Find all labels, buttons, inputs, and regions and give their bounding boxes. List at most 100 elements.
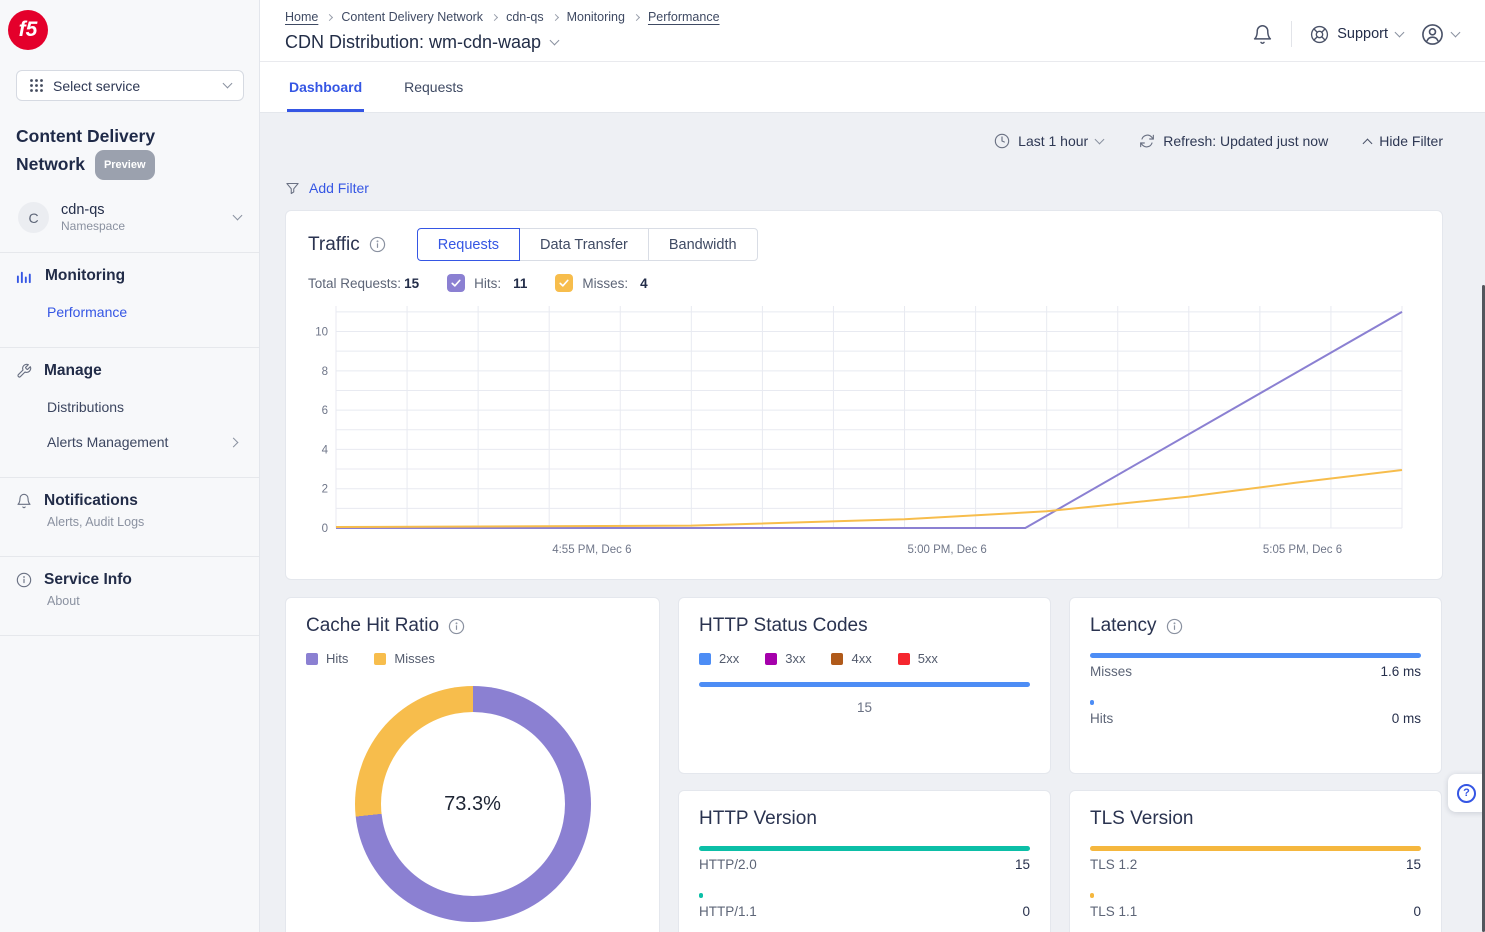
- sidebar-item-service-info[interactable]: Service Info About: [0, 557, 259, 622]
- latency-hits-label: Hits: [1090, 711, 1113, 726]
- check-icon: [558, 277, 570, 289]
- http-status-codes-title: HTTP Status Codes: [699, 615, 868, 637]
- latency-misses-track: [1090, 653, 1421, 658]
- wrench-icon: [16, 363, 32, 379]
- total-requests-stat: Total Requests:15: [308, 276, 419, 291]
- tls11-value: 0: [1413, 904, 1421, 919]
- tls12-bar: [1090, 846, 1421, 851]
- tls12-track: [1090, 846, 1421, 851]
- content-area: Last 1 hour Refresh: Updated just now Hi…: [260, 113, 1485, 932]
- chevron-up-icon: [1363, 138, 1373, 148]
- hits-checkbox-box: [447, 274, 465, 292]
- manage-section-label: Manage: [44, 362, 102, 380]
- breadcrumb-home[interactable]: Home: [285, 10, 318, 24]
- life-ring-icon: [1310, 25, 1329, 44]
- breadcrumb: Home Content Delivery Network cdn-qs Mon…: [285, 10, 720, 24]
- donut-hole: 73.3%: [381, 712, 565, 896]
- tls11-row: TLS 1.1 0: [1090, 893, 1421, 919]
- traffic-panel: Traffic Requests Data Transfer Bandwidth…: [285, 210, 1443, 580]
- traffic-tab-requests[interactable]: Requests: [417, 228, 520, 261]
- breadcrumb-separator: [633, 13, 640, 20]
- hits-checkbox[interactable]: Hits:11: [447, 274, 527, 292]
- breadcrumb-namespace[interactable]: cdn-qs: [506, 10, 544, 24]
- tls-version-title: TLS Version: [1090, 808, 1194, 830]
- tab-requests[interactable]: Requests: [402, 62, 465, 112]
- namespace-type-label: Namespace: [61, 219, 125, 233]
- chevron-right-icon: [229, 437, 239, 447]
- support-menu[interactable]: Support: [1310, 25, 1403, 44]
- tls11-track: [1090, 893, 1421, 898]
- misses-checkbox[interactable]: Misses: 4: [555, 274, 647, 292]
- http-version-header: HTTP Version: [699, 808, 1030, 830]
- info-icon: [448, 618, 465, 635]
- svg-text:5:00 PM, Dec 6: 5:00 PM, Dec 6: [908, 544, 987, 556]
- add-filter-row: Add Filter: [285, 180, 1443, 196]
- sidebar-item-performance[interactable]: Performance: [47, 304, 243, 320]
- service-info-header: Service Info: [16, 571, 243, 589]
- cache-legend: Hits Misses: [306, 651, 639, 666]
- page-tabs: Dashboard Requests: [260, 62, 1485, 113]
- info-icon: [1166, 618, 1183, 635]
- hide-filter-button[interactable]: Hide Filter: [1364, 133, 1443, 149]
- cache-panel-header: Cache Hit Ratio: [306, 615, 639, 637]
- svg-text:6: 6: [322, 405, 328, 417]
- time-range-dropdown[interactable]: Last 1 hour: [994, 133, 1103, 149]
- traffic-line-chart: 02468104:55 PM, Dec 65:00 PM, Dec 65:05 …: [308, 300, 1420, 565]
- misses-value: 4: [640, 276, 648, 291]
- breadcrumb-separator: [491, 13, 498, 20]
- http2-row: HTTP/2.015: [699, 846, 1030, 872]
- funnel-icon: [285, 181, 300, 196]
- notifications-header: Notifications: [16, 492, 243, 510]
- sidebar-item-distributions[interactable]: Distributions: [47, 399, 243, 415]
- sidebar-divider: [0, 635, 259, 636]
- f5-logo[interactable]: f5: [8, 10, 48, 50]
- tab-dashboard[interactable]: Dashboard: [287, 62, 364, 112]
- misses-checkbox-box: [555, 274, 573, 292]
- logo-row: f5: [0, 0, 259, 50]
- notifications-bell-button[interactable]: [1252, 24, 1273, 45]
- topbar-right: Support: [1252, 10, 1459, 53]
- namespace-selector[interactable]: C cdn-qs Namespace: [8, 196, 251, 239]
- user-avatar-icon: [1421, 23, 1444, 46]
- tls12-value: 15: [1406, 857, 1421, 872]
- refresh-button[interactable]: Refresh: Updated just now: [1139, 133, 1328, 149]
- traffic-tab-data-transfer[interactable]: Data Transfer: [519, 228, 649, 261]
- monitoring-section-header: Monitoring: [16, 267, 243, 285]
- page-title: CDN Distribution: wm-cdn-waap: [285, 32, 541, 53]
- donut-wrap: 73.3%: [306, 686, 639, 922]
- breadcrumb-monitoring[interactable]: Monitoring: [567, 10, 625, 24]
- cache-hit-ratio-panel: Cache Hit Ratio Hits Misses: [285, 597, 660, 932]
- select-service-dropdown[interactable]: Select service: [16, 70, 244, 101]
- tls11-label: TLS 1.1: [1090, 904, 1137, 919]
- help-button[interactable]: ?: [1448, 774, 1485, 812]
- topbar: Home Content Delivery Network cdn-qs Mon…: [260, 0, 1485, 62]
- breadcrumb-separator: [326, 13, 333, 20]
- chevron-down-icon: [1451, 27, 1461, 37]
- latency-hits-bar: [1090, 700, 1094, 705]
- latency-misses-bar: [1090, 653, 1421, 658]
- http-version-title: HTTP Version: [699, 808, 817, 830]
- breadcrumb-performance[interactable]: Performance: [648, 10, 720, 24]
- chevron-down-icon: [233, 211, 243, 221]
- traffic-tab-bandwidth[interactable]: Bandwidth: [648, 228, 758, 261]
- status-legend: 2xx 3xx 4xx 5xx: [699, 651, 1030, 666]
- tls-version-panel: TLS Version TLS 1.215 TLS 1.1 0: [1069, 790, 1442, 932]
- sidebar-item-alerts-management[interactable]: Alerts Management: [47, 434, 243, 450]
- page-title-dropdown[interactable]: CDN Distribution: wm-cdn-waap: [285, 32, 720, 53]
- traffic-stats-row: Total Requests:15 Hits:11 Misses: 4: [308, 274, 1420, 292]
- clock-icon: [994, 133, 1010, 149]
- user-account-menu[interactable]: [1421, 23, 1459, 46]
- chevron-down-icon: [1095, 134, 1105, 144]
- latency-hits-track: [1090, 700, 1421, 705]
- breadcrumb-cdn[interactable]: Content Delivery Network: [341, 10, 483, 24]
- cache-hit-donut-chart: 73.3%: [355, 686, 591, 922]
- sidebar-section-manage: Manage Distributions Alerts Management: [0, 348, 259, 464]
- add-filter-button[interactable]: Add Filter: [309, 180, 369, 196]
- tls12-row: TLS 1.215: [1090, 846, 1421, 872]
- sidebar-item-notifications[interactable]: Notifications Alerts, Audit Logs: [0, 478, 259, 543]
- hits-label: Hits:: [474, 276, 501, 291]
- svg-text:4: 4: [322, 444, 329, 456]
- legend-item-misses: Misses: [374, 651, 434, 666]
- misses-label: Misses:: [582, 276, 628, 291]
- svg-text:5:05 PM, Dec 6: 5:05 PM, Dec 6: [1263, 544, 1342, 556]
